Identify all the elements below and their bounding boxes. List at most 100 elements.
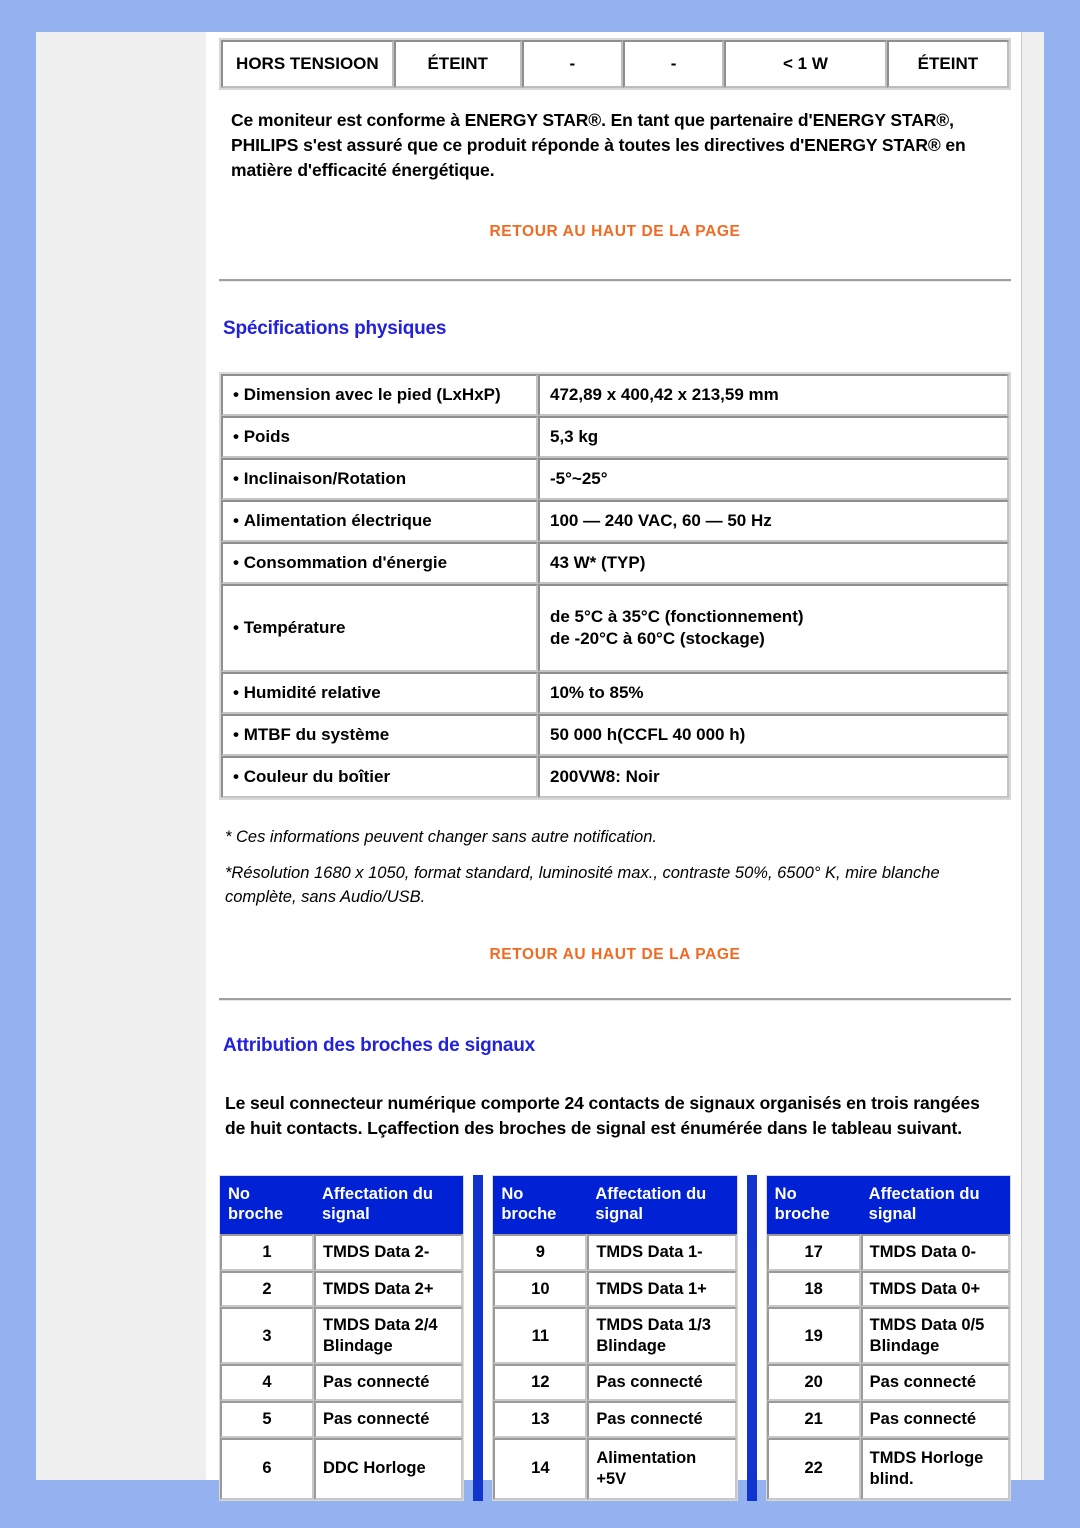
pin-no: 19 <box>766 1307 861 1365</box>
spec-value-8: 200VW8: Noir <box>538 756 1009 799</box>
power-mode-cell-4: < 1 W <box>724 40 887 88</box>
pin-no: 1 <box>220 1233 314 1271</box>
table-row: 17 TMDS Data 0- <box>766 1233 1010 1271</box>
pin-no: 20 <box>766 1364 861 1402</box>
pin-col-header-no-2: No broche <box>493 1175 588 1234</box>
spec-label-7: MTBF du système <box>233 725 389 744</box>
pin-no: 2 <box>220 1270 314 1308</box>
pin-sig: TMDS Data 2/4 Blindage <box>314 1307 464 1365</box>
spec-label-8: Couleur du boîtier <box>233 767 390 786</box>
table-row: Couleur du boîtier 200VW8: Noir <box>221 756 1009 799</box>
energy-star-paragraph: Ce moniteur est conforme à ENERGY STAR®.… <box>231 110 966 180</box>
pin-assignment-heading: Attribution des broches de signaux <box>223 1035 536 1057</box>
pin-no: 5 <box>220 1401 314 1438</box>
table-row: 4 Pas connecté <box>220 1364 464 1402</box>
spec-value-6: 10% to 85% <box>538 672 1009 715</box>
pin-table-block-1: No broche Affectation du signal 1 TMDS Da… <box>219 1174 465 1501</box>
pin-sig: Pas connecté <box>860 1401 1010 1438</box>
table-row: HORS TENSIOON ÉTEINT - - < 1 W ÉTEINT <box>221 40 1009 88</box>
table-row: 10 TMDS Data 1+ <box>493 1270 737 1308</box>
table-row: Alimentation électrique 100 — 240 VAC, 6… <box>221 499 1009 542</box>
pin-no: 11 <box>493 1307 588 1365</box>
pin-sig: Pas connecté <box>314 1401 464 1438</box>
table-row: Humidité relative 10% to 85% <box>221 672 1009 715</box>
spec-label-4: Consommation d'énergie <box>233 553 447 572</box>
pin-col-header-sig-1: Affectation du signal <box>314 1175 464 1234</box>
power-mode-cell-1: ÉTEINT <box>393 40 522 88</box>
pin-table-separator-1 <box>473 1174 484 1501</box>
pin-sig: DDC Horloge <box>314 1437 464 1500</box>
pin-table-3: No broche Affectation du signal 17 TMDS D… <box>765 1174 1011 1501</box>
pin-no: 12 <box>493 1364 588 1402</box>
table-row: 13 Pas connecté <box>493 1401 737 1438</box>
spec-label-5: Température <box>233 618 345 637</box>
table-header-row: No broche Affectation du signal <box>220 1175 464 1234</box>
pin-sig: Pas connecté <box>860 1364 1010 1402</box>
right-margin-rail <box>1021 32 1044 1480</box>
pin-sig: Pas connecté <box>587 1401 737 1438</box>
pin-sig: TMDS Data 0/5 Blindage <box>860 1307 1010 1365</box>
pin-table-separator-2 <box>746 1174 757 1501</box>
content-column: HORS TENSIOON ÉTEINT - - < 1 W ÉTEINT Ce… <box>207 32 1021 1501</box>
pin-no: 22 <box>766 1437 861 1500</box>
pin-col-header-no-1: No broche <box>220 1175 314 1234</box>
pin-no: 10 <box>493 1270 588 1308</box>
table-header-row: No broche Affectation du signal <box>493 1175 737 1234</box>
table-row: 5 Pas connecté <box>220 1401 464 1438</box>
pin-table-2: No broche Affectation du signal 9 TMDS Da… <box>492 1174 738 1501</box>
pin-sig: Pas connecté <box>587 1364 737 1402</box>
table-row: 18 TMDS Data 0+ <box>766 1270 1010 1308</box>
power-mode-table: HORS TENSIOON ÉTEINT - - < 1 W ÉTEINT <box>219 38 1011 90</box>
table-row: 2 TMDS Data 2+ <box>220 1270 464 1308</box>
spec-label-0: Dimension avec le pied (LxHxP) <box>233 385 501 404</box>
spec-value-0: 472,89 x 400,42 x 213,59 mm <box>538 373 1009 416</box>
physical-specs-table: Dimension avec le pied (LxHxP) 472,89 x … <box>219 371 1011 801</box>
table-row: 6 DDC Horloge <box>220 1437 464 1500</box>
pin-sig: TMDS Horloge blind. <box>860 1437 1010 1500</box>
pin-no: 6 <box>220 1437 314 1500</box>
pin-col-header-sig-3: Affectation du signal <box>860 1175 1010 1234</box>
pin-no: 4 <box>220 1364 314 1402</box>
power-mode-cell-0: HORS TENSIOON <box>221 40 394 88</box>
physical-specs-heading: Spécifications physiques <box>223 317 447 339</box>
pin-col-header-sig-2: Affectation du signal <box>587 1175 737 1234</box>
spec-value-1: 5,3 kg <box>538 415 1009 458</box>
table-row: Dimension avec le pied (LxHxP) 472,89 x … <box>221 373 1009 416</box>
pin-sig: TMDS Data 1/3 Blindage <box>587 1307 737 1365</box>
back-to-top-link-2[interactable]: RETOUR AU HAUT DE LA PAGE <box>490 946 741 964</box>
spec-label-2: Inclinaison/Rotation <box>233 469 406 488</box>
table-row: Poids 5,3 kg <box>221 415 1009 458</box>
table-row: Inclinaison/Rotation -5°~25° <box>221 457 1009 500</box>
document-page: HORS TENSIOON ÉTEINT - - < 1 W ÉTEINT Ce… <box>36 32 1044 1501</box>
pin-no: 21 <box>766 1401 861 1438</box>
spec-label-3: Alimentation électrique <box>233 511 432 530</box>
spec-label-6: Humidité relative <box>233 683 381 702</box>
pin-sig: TMDS Data 0- <box>860 1233 1010 1271</box>
spec-value-7: 50 000 h(CCFL 40 000 h) <box>538 714 1009 757</box>
pin-assignment-paragraph: Le seul connecteur numérique comporte 24… <box>225 1093 980 1138</box>
table-row: 3 TMDS Data 2/4 Blindage <box>220 1307 464 1365</box>
pin-no: 17 <box>766 1233 861 1271</box>
power-mode-cell-2: - <box>521 40 623 88</box>
table-row: 12 Pas connecté <box>493 1364 737 1402</box>
table-row: 20 Pas connecté <box>766 1364 1010 1402</box>
pin-sig: TMDS Data 2+ <box>314 1270 464 1308</box>
left-margin-rail <box>36 32 207 1480</box>
pin-table-1: No broche Affectation du signal 1 TMDS Da… <box>219 1174 465 1501</box>
pin-tables-row: No broche Affectation du signal 1 TMDS Da… <box>219 1174 1011 1501</box>
back-to-top-link-1[interactable]: RETOUR AU HAUT DE LA PAGE <box>490 223 741 241</box>
table-row: 14 Alimentation +5V <box>493 1437 737 1500</box>
table-row: Consommation d'énergie 43 W* (TYP) <box>221 541 1009 584</box>
spec-value-3: 100 — 240 VAC, 60 — 50 Hz <box>538 499 1009 542</box>
power-mode-cell-3: - <box>622 40 725 88</box>
specs-note-1: * Ces informations peuvent changer sans … <box>225 828 657 847</box>
table-row: 9 TMDS Data 1- <box>493 1233 737 1271</box>
table-header-row: No broche Affectation du signal <box>766 1175 1010 1234</box>
table-row: MTBF du système 50 000 h(CCFL 40 000 h) <box>221 714 1009 757</box>
pin-col-header-no-3: No broche <box>766 1175 861 1234</box>
pin-sig: TMDS Data 0+ <box>860 1270 1010 1308</box>
pin-no: 14 <box>493 1437 588 1500</box>
table-row: 21 Pas connecté <box>766 1401 1010 1438</box>
power-mode-cell-5: ÉTEINT <box>886 40 1009 88</box>
pin-sig: Pas connecté <box>314 1364 464 1402</box>
